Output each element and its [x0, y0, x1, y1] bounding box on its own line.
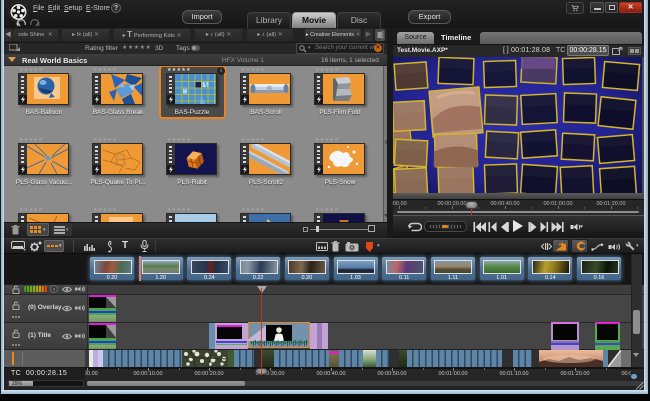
svg-text:B: B	[267, 86, 272, 93]
svg-text:B: B	[114, 150, 127, 170]
